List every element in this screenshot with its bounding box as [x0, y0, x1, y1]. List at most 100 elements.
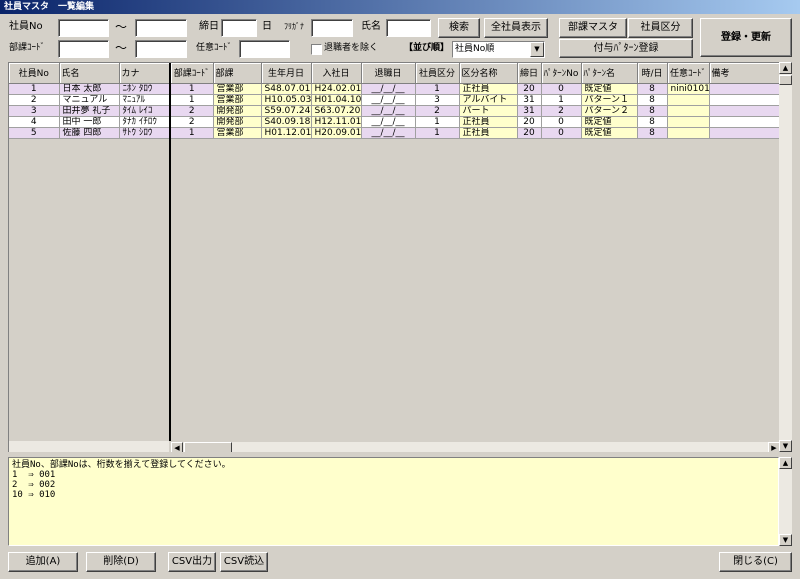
scroll-left-icon[interactable]: ◀ — [171, 442, 183, 452]
cell-close[interactable]: 20 — [517, 127, 542, 139]
cell-join[interactable]: H24.02.01 — [311, 83, 362, 95]
cell-kana[interactable]: ﾀｲﾑ ﾚｲｺ — [119, 105, 170, 117]
cell-join[interactable]: H20.09.01 — [311, 127, 362, 139]
cell-pat-name[interactable]: 既定値 — [581, 83, 638, 95]
cell-opt[interactable] — [667, 105, 710, 117]
cell-retire[interactable]: __/__/__ — [361, 83, 416, 95]
cell-memo[interactable] — [709, 105, 779, 117]
furigana-field[interactable] — [311, 19, 353, 37]
cell-no[interactable]: 5 — [9, 127, 60, 139]
dept-code-to-field[interactable] — [135, 40, 187, 58]
scroll-thumb[interactable] — [184, 442, 232, 452]
cell-hours[interactable]: 8 — [637, 83, 668, 95]
col-header-name[interactable]: 氏名 — [59, 63, 120, 84]
cell-cat[interactable]: 1 — [415, 116, 460, 128]
exclude-retired-checkbox[interactable] — [311, 44, 322, 55]
cell-dept[interactable]: 営業部 — [213, 94, 262, 106]
col-header-retire[interactable]: 退職日 — [361, 63, 416, 84]
table-row[interactable]: 2 マニュアル ﾏﾆｭｱﾙ — [9, 94, 170, 106]
cell-retire[interactable]: __/__/__ — [361, 116, 416, 128]
cell-pat-name[interactable]: パターン２ — [581, 105, 638, 117]
cell-dept-code[interactable]: 2 — [171, 105, 214, 117]
cell-name[interactable]: マニュアル — [59, 94, 120, 106]
cell-memo[interactable] — [709, 116, 779, 128]
close-day-field[interactable] — [221, 19, 257, 37]
cell-hours[interactable]: 8 — [637, 94, 668, 106]
cell-dept[interactable]: 開発部 — [213, 105, 262, 117]
cell-cat-name[interactable]: 正社員 — [459, 83, 518, 95]
col-header-category[interactable]: 社員区分 — [415, 63, 460, 84]
table-row[interactable]: 3 田井夢 礼子 ﾀｲﾑ ﾚｲｺ — [9, 105, 170, 117]
table-row[interactable]: 1 営業部 H01.12.01 H20.09.01 __/__/__ 1 正社員 20 0 既定値… — [171, 127, 779, 139]
cell-kana[interactable]: ﾏﾆｭｱﾙ — [119, 94, 170, 106]
notes-scroll-up-icon[interactable]: ▲ — [779, 457, 792, 469]
cell-join[interactable]: H01.04.10 — [311, 94, 362, 106]
cell-birth[interactable]: S48.07.01 — [261, 83, 312, 95]
cell-cat-name[interactable]: アルバイト — [459, 94, 518, 106]
notes-area[interactable]: 社員No、部課Noは、桁数を揃えて登録してください。 1 ⇒ 001 2 ⇒ 002… — [8, 457, 779, 546]
cell-pat-no[interactable]: 2 — [541, 105, 582, 117]
cell-pat-no[interactable]: 0 — [541, 83, 582, 95]
vertical-scrollbar[interactable]: ▲ ▼ — [779, 62, 792, 452]
vscroll-thumb[interactable] — [779, 75, 792, 85]
cell-memo[interactable] — [709, 127, 779, 139]
cell-name[interactable]: 日本 太郎 — [59, 83, 120, 95]
cell-dept[interactable]: 営業部 — [213, 83, 262, 95]
cell-pat-name[interactable]: 既定値 — [581, 127, 638, 139]
cell-cat[interactable]: 1 — [415, 127, 460, 139]
scroll-up-icon[interactable]: ▲ — [779, 62, 792, 74]
col-header-close-day[interactable]: 締日 — [517, 63, 542, 84]
sort-select[interactable]: 社員No順 ▼ — [452, 41, 545, 58]
cell-name[interactable]: 田中 一郎 — [59, 116, 120, 128]
cell-pat-no[interactable]: 0 — [541, 127, 582, 139]
csv-export-button[interactable]: CSV出力 — [168, 552, 216, 572]
cell-no[interactable]: 1 — [9, 83, 60, 95]
cell-memo[interactable] — [709, 83, 779, 95]
col-header-dept-code[interactable]: 部課ｺｰﾄﾞ — [171, 63, 214, 84]
cell-dept-code[interactable]: 1 — [171, 127, 214, 139]
col-header-dept[interactable]: 部課 — [213, 63, 262, 84]
cell-close[interactable]: 20 — [517, 116, 542, 128]
cell-cat-name[interactable]: 正社員 — [459, 127, 518, 139]
cell-name[interactable]: 佐藤 四郎 — [59, 127, 120, 139]
cell-opt[interactable] — [667, 127, 710, 139]
col-header-memo[interactable]: 備考 — [709, 63, 779, 84]
cell-hours[interactable]: 8 — [637, 127, 668, 139]
cell-cat-name[interactable]: パート — [459, 105, 518, 117]
notes-scrollbar[interactable]: ▲ ▼ — [779, 457, 792, 546]
cell-opt[interactable] — [667, 94, 710, 106]
cell-name[interactable]: 田井夢 礼子 — [59, 105, 120, 117]
add-button[interactable]: 追加(A) — [8, 552, 78, 572]
cell-memo[interactable] — [709, 94, 779, 106]
emp-no-to-field[interactable] — [135, 19, 187, 37]
cell-retire[interactable]: __/__/__ — [361, 105, 416, 117]
cell-close[interactable]: 20 — [517, 83, 542, 95]
search-button[interactable]: 検索 — [438, 18, 480, 38]
cell-no[interactable]: 2 — [9, 94, 60, 106]
table-row[interactable]: 1 営業部 S48.07.01 H24.02.01 __/__/__ 1 正社員 20 0 既定値… — [171, 83, 779, 95]
cell-opt[interactable]: nini0101 — [667, 83, 710, 95]
emp-no-from-field[interactable] — [58, 19, 109, 37]
scroll-down-icon[interactable]: ▼ — [779, 440, 792, 452]
register-update-button[interactable]: 登録・更新 — [700, 18, 792, 57]
table-row[interactable]: 1 日本 太郎 ﾆﾎﾝ ﾀﾛｳ — [9, 83, 170, 95]
cell-dept[interactable]: 営業部 — [213, 127, 262, 139]
cell-dept-code[interactable]: 2 — [171, 116, 214, 128]
col-header-pattern-name[interactable]: ﾊﾟﾀｰﾝ名 — [581, 63, 638, 84]
cell-pat-no[interactable]: 0 — [541, 116, 582, 128]
chevron-down-icon[interactable]: ▼ — [530, 42, 544, 57]
cell-hours[interactable]: 8 — [637, 116, 668, 128]
delete-button[interactable]: 削除(D) — [86, 552, 156, 572]
table-row[interactable]: 2 開発部 S40.09.18 H12.11.01 __/__/__ 1 正社員 20 0 既定値… — [171, 116, 779, 128]
dept-code-from-field[interactable] — [58, 40, 109, 58]
cell-pat-name[interactable]: 既定値 — [581, 116, 638, 128]
cell-cat[interactable]: 2 — [415, 105, 460, 117]
close-button[interactable]: 閉じる(C) — [719, 552, 792, 572]
table-row[interactable]: 2 開発部 S59.07.24 S63.07.20 __/__/__ 2 パート 31 2 パター… — [171, 105, 779, 117]
cell-birth[interactable]: H01.12.01 — [261, 127, 312, 139]
dept-master-button[interactable]: 部課マスタ — [559, 18, 627, 38]
table-row[interactable]: 1 営業部 H10.05.03 H01.04.10 __/__/__ 3 アルバイト 31 1 パ… — [171, 94, 779, 106]
cell-cat[interactable]: 3 — [415, 94, 460, 106]
col-header-hours[interactable]: 時/日 — [637, 63, 668, 84]
grant-pattern-button[interactable]: 付与ﾊﾟﾀｰﾝ登録 — [559, 39, 693, 58]
